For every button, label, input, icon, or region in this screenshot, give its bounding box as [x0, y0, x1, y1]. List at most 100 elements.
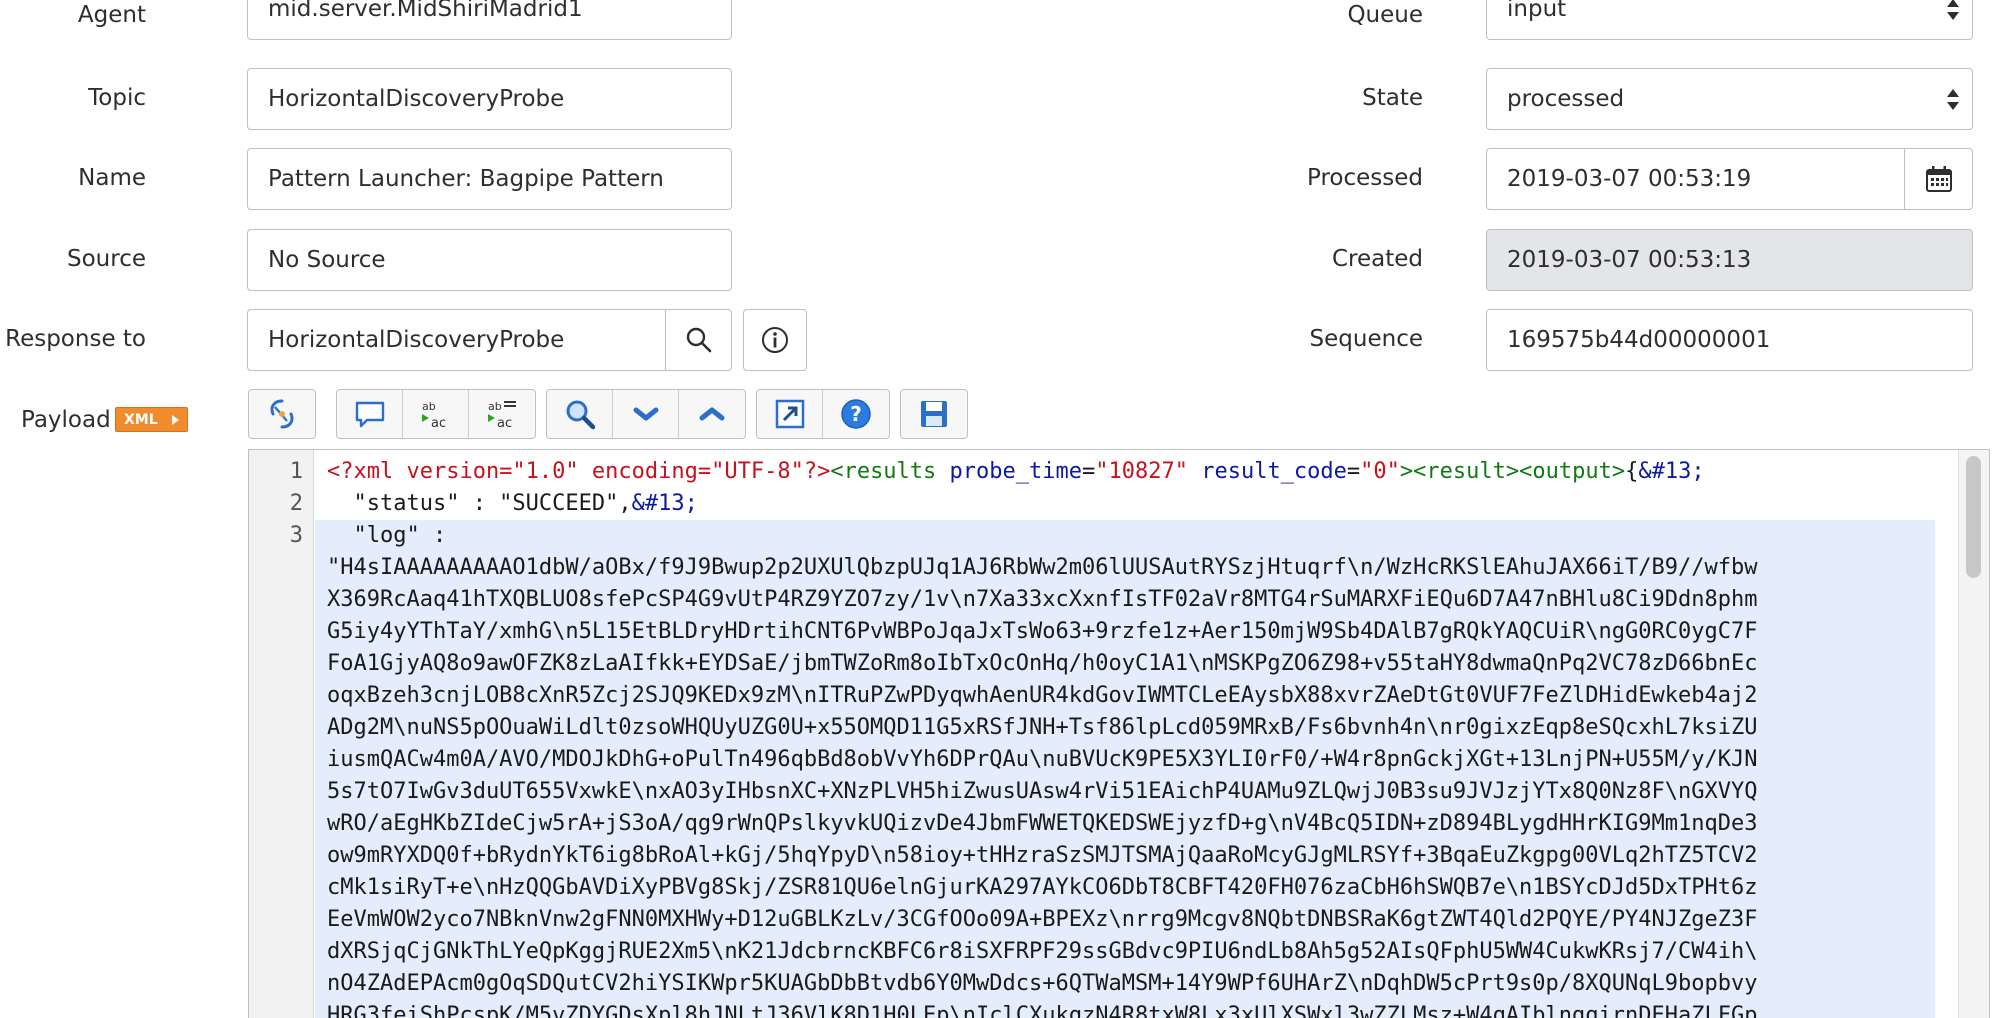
source-field[interactable]: No Source [247, 229, 732, 291]
topic-field[interactable]: HorizontalDiscoveryProbe [247, 68, 732, 130]
svg-text:ac: ac [431, 416, 446, 431]
comment-icon [355, 401, 384, 428]
name-label: Name [78, 165, 146, 191]
payload-editor[interactable]: 1 2 3 <?xml version="1.0" encoding="UTF-… [248, 449, 1990, 1018]
log-row: 5s7tO7IwGv3duUT655VxwkE\nxAO3yIHbsnXC+XN… [327, 779, 1758, 804]
code-line-1: <?xml version="1.0" encoding="UTF-8"?><r… [315, 456, 1935, 488]
log-row: EeVmWOW2yco7NBknVnw2gFNN0MXHWy+D12uGBLKz… [327, 907, 1758, 932]
replace-button[interactable]: ab ac [403, 390, 469, 438]
help-icon: ? [841, 399, 871, 429]
created-field: 2019-03-07 00:53:13 [1486, 229, 1973, 291]
svg-text:ab: ab [488, 400, 502, 413]
xml-badge[interactable]: XML [115, 407, 188, 432]
xml-eq: = [1346, 459, 1361, 484]
format-icon [270, 399, 294, 429]
code-line-2: "status" : "SUCCEED",&#13; [315, 488, 1935, 520]
format-button[interactable] [249, 390, 315, 438]
xml-tag: ><result><output> [1399, 459, 1626, 484]
line-number-gutter: 1 2 3 [249, 450, 314, 1018]
fullscreen-button[interactable] [757, 390, 823, 438]
replace-all-button[interactable]: ab ac [469, 390, 535, 438]
log-row: dXRSjqCjGNkThLYeQpKggjRUE2Xm5\nK21Jdcbrn… [327, 939, 1758, 964]
log-row: wRO/aEgHKbZIdeCjw5rA+jS3oA/qg9rWnQPslkyv… [327, 811, 1758, 836]
comment-button[interactable] [337, 390, 403, 438]
info-icon [762, 327, 788, 353]
code-line-3: "log" : "H4sIAAAAAAAAAO1dbW/aOBx/f9J9Bwu… [315, 520, 1935, 1018]
name-field[interactable]: Pattern Launcher: Bagpipe Pattern [247, 148, 732, 210]
xml-entity: &#13; [631, 491, 698, 516]
collapse-all-button[interactable] [613, 390, 679, 438]
log-value: "H4sIAAAAAAAAAO1dbW/aOBx/f9J9Bwup2p2UXUl… [315, 552, 1935, 1018]
toolbar-group-save [900, 389, 968, 439]
line-number: 2 [289, 491, 303, 516]
svg-text:ab: ab [422, 400, 436, 413]
select-arrows-icon [1946, 69, 1960, 129]
source-label: Source [67, 246, 146, 272]
log-row: ADg2M\nuNS5pOOuaWiLdlt0zsoWHQUyUZG0U+x55… [327, 715, 1758, 740]
search-icon [686, 327, 711, 353]
toolbar-group-view: ? [756, 389, 890, 439]
state-select[interactable]: processed [1486, 68, 1973, 130]
state-label: State [1362, 85, 1423, 111]
lookup-button[interactable] [665, 309, 732, 371]
log-row: ow9mRYXDQ0f+bRydnYkT6ig8bRoAl+kGj/5hqYpy… [327, 843, 1758, 868]
log-row: G5iy4yYThTaY/xmhG\n5L15EtBLDryHDrtihCNT6… [327, 619, 1758, 644]
fullscreen-icon [775, 399, 804, 429]
json-brace: { [1625, 459, 1639, 484]
agent-label: Agent [77, 2, 146, 28]
processed-field[interactable]: 2019-03-07 00:53:19 [1486, 148, 1906, 210]
help-button[interactable]: ? [823, 390, 889, 438]
xml-eq: = [1082, 459, 1096, 484]
queue-value: input [1507, 0, 1567, 22]
xml-attr-value: "10827" [1095, 459, 1188, 484]
agent-field[interactable]: mid.server.MidShiriMadrid1 [247, 0, 732, 40]
log-row: "H4sIAAAAAAAAAO1dbW/aOBx/f9J9Bwup2p2UXUl… [327, 555, 1758, 580]
xml-tag: <results [830, 459, 937, 484]
state-value: processed [1507, 86, 1625, 112]
payload-label: Payload [21, 407, 111, 433]
search-icon [566, 400, 595, 430]
expand-all-button[interactable] [679, 390, 745, 438]
log-row: oqxBzeh3cnjLOB8cXnR5Zcj2SJQ9KEDx9zM\nITR… [327, 683, 1758, 708]
select-arrows-icon [1946, 0, 1960, 39]
svg-text:ac: ac [497, 416, 512, 431]
scrollbar-thumb[interactable] [1966, 456, 1981, 578]
queue-select[interactable]: input [1486, 0, 1973, 40]
status-text: "status" : "SUCCEED", [327, 491, 632, 516]
info-button[interactable] [743, 309, 807, 371]
code-content[interactable]: <?xml version="1.0" encoding="UTF-8"?><r… [315, 456, 1935, 1018]
collapse-icon [633, 407, 658, 421]
replace-all-icon: ab ac [488, 400, 516, 431]
toolbar-group-search [546, 389, 746, 439]
queue-label: Queue [1347, 2, 1423, 28]
log-key: "log" : [327, 523, 447, 548]
find-button[interactable] [547, 390, 613, 438]
calendar-button[interactable] [1904, 148, 1973, 210]
line-number: 3 [289, 523, 303, 548]
line-number: 1 [289, 459, 303, 484]
save-icon [921, 401, 947, 427]
editor-scrollbar[interactable] [1958, 450, 1989, 1018]
xml-attr: probe_time [949, 459, 1082, 484]
response-to-label: Response to [5, 326, 146, 352]
xml-declaration: <?xml version="1.0" encoding="UTF-8"?> [327, 459, 831, 484]
log-row: FoA1GjyAQ8o9awOFZK8zLaAIfkk+EYDSaE/jbmTW… [327, 651, 1758, 676]
save-button[interactable] [901, 390, 967, 438]
svg-text:?: ? [850, 402, 862, 426]
xml-entity: &#13; [1638, 459, 1705, 484]
log-row: HRG3feiShPcspK/M5vZDYGDsXpl8hJNLtJ36VlK8… [327, 1003, 1758, 1018]
created-label: Created [1331, 246, 1423, 272]
expand-icon [699, 407, 725, 421]
calendar-icon [1925, 166, 1952, 192]
sequence-label: Sequence [1309, 326, 1423, 352]
log-row: nO4ZAdEPAcm0gOqSDQutCV2hiYSIKWpr5KUAGbDb… [327, 971, 1758, 996]
processed-label: Processed [1307, 165, 1423, 191]
log-row: X369RcAaq41hTXQBLUO8sfePcSP4G9vUtP4RZ9YZ… [327, 587, 1758, 612]
log-row: cMk1siRyT+e\nHzQQGbAVDiXyPBVg8Skj/ZSR81Q… [327, 875, 1758, 900]
replace-icon: ab ac [421, 400, 446, 431]
toolbar-group-edit: ab ac ab ac [336, 389, 536, 439]
topic-label: Topic [88, 85, 146, 111]
sequence-field[interactable]: 169575b44d00000001 [1486, 309, 1973, 371]
log-row: iusmQACw4m0A/AVO/MDOJkDhG+oPulTn496qbBd8… [327, 747, 1758, 772]
response-to-field[interactable]: HorizontalDiscoveryProbe [247, 309, 667, 371]
